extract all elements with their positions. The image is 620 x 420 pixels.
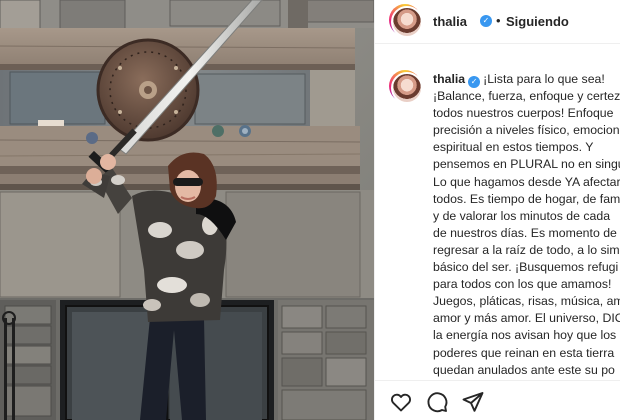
photo-scene xyxy=(0,0,374,420)
post-actions xyxy=(375,380,620,420)
comment-bubble-icon[interactable] xyxy=(425,390,449,414)
paper-plane-icon[interactable] xyxy=(461,390,485,414)
separator-dot: • xyxy=(496,13,501,28)
caption-comment: thalia ✓ ¡Lista para lo que sea! ¡Balance,… xyxy=(375,58,620,394)
profile-avatar[interactable] xyxy=(389,4,423,38)
post-sidebar: thalia ✓ • Siguiendo thalia ✓ ¡Lista para … xyxy=(374,0,620,420)
header-username[interactable]: thalia xyxy=(433,14,467,29)
post-header: thalia ✓ • Siguiendo xyxy=(375,0,620,44)
verified-badge-icon: ✓ xyxy=(468,76,481,88)
caption-username[interactable]: thalia xyxy=(433,72,465,86)
verified-badge-icon: ✓ xyxy=(480,15,492,27)
caption-avatar[interactable] xyxy=(389,70,423,104)
follow-status-button[interactable]: Siguiendo xyxy=(506,14,569,29)
heart-icon[interactable] xyxy=(389,390,413,414)
caption-text: thalia ✓ ¡Lista para lo que sea! ¡Balance,… xyxy=(433,71,620,396)
caption-body: ¡Lista para lo que sea! ¡Balance, fuerza… xyxy=(433,72,620,394)
post-photo[interactable] xyxy=(0,0,374,420)
